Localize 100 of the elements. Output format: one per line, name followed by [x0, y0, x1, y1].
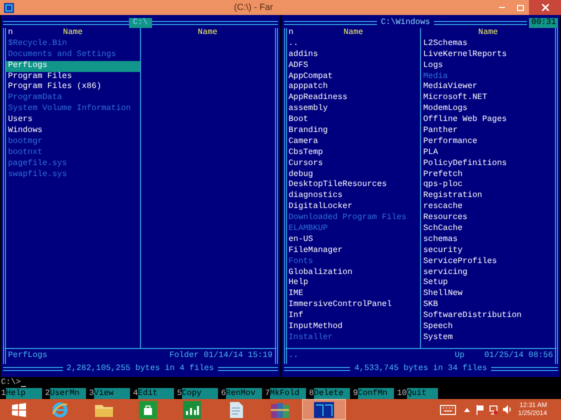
file-entry[interactable]: addins: [286, 50, 420, 61]
speaker-icon[interactable]: [503, 405, 512, 414]
flag-icon[interactable]: [476, 404, 484, 414]
close-icon: [542, 4, 548, 11]
file-entry[interactable]: CbsTemp: [286, 148, 420, 159]
function-key[interactable]: Quit: [406, 388, 438, 399]
file-entry[interactable]: Globalization: [286, 268, 420, 278]
keyboard-icon[interactable]: [440, 404, 456, 414]
file-entry[interactable]: Help: [286, 278, 420, 290]
file-entry[interactable]: Panther: [421, 126, 555, 137]
file-info: Up 01/25/14 08:56: [454, 350, 553, 362]
function-key[interactable]: Help: [6, 388, 42, 399]
column-header[interactable]: Name: [478, 28, 498, 37]
function-key[interactable]: Delete: [314, 388, 350, 399]
key-number: 1: [1, 388, 6, 399]
file-entry[interactable]: ADFS: [286, 60, 420, 72]
file-info: Folder 01/14/14 15:19: [169, 350, 272, 362]
browser-icon: [51, 400, 69, 418]
file-entry[interactable]: System: [421, 332, 555, 344]
file-entry[interactable]: IME: [286, 289, 420, 300]
file-entry[interactable]: Program Files (x86): [6, 82, 140, 94]
column-header[interactable]: Name: [344, 28, 364, 37]
key-number: 5: [177, 388, 182, 399]
file-entry[interactable]: SchCache: [421, 224, 555, 235]
chart-icon: [183, 400, 201, 418]
file-entry[interactable]: SKB: [421, 300, 555, 312]
function-key[interactable]: RenMov: [226, 388, 262, 399]
show-hidden-icon[interactable]: [464, 408, 470, 412]
file-entry[interactable]: Branding: [286, 126, 420, 137]
selected-file-name: PerfLogs: [8, 350, 48, 362]
file-entry[interactable]: Resources: [421, 213, 555, 224]
far-icon: [4, 2, 14, 12]
console-icon: [314, 402, 334, 418]
file-entry[interactable]: servicing: [421, 268, 555, 278]
file-entry[interactable]: assembly: [286, 104, 420, 116]
file-entry[interactable]: SoftwareDistribution: [421, 311, 555, 322]
file-entry[interactable]: InputMethod: [286, 322, 420, 333]
file-entry[interactable]: Registration: [421, 191, 555, 202]
taskbar-app[interactable]: [302, 399, 346, 420]
file-entry[interactable]: L2Schemas: [421, 38, 555, 50]
file-entry[interactable]: Users: [6, 115, 140, 126]
file-entry[interactable]: AppCompat: [286, 72, 420, 82]
file-entry[interactable]: schemas: [421, 234, 555, 246]
function-key[interactable]: View: [94, 388, 130, 399]
panel-summary: 4,533,745 bytes in 34 files: [353, 364, 488, 374]
function-key[interactable]: MkFold: [270, 388, 306, 399]
file-entry[interactable]: FileManager: [286, 246, 420, 257]
file-entry[interactable]: PerfLogs: [6, 60, 140, 72]
file-entry[interactable]: rescache: [421, 202, 555, 214]
function-key[interactable]: UserMn: [50, 388, 86, 399]
document-icon: [228, 400, 244, 418]
key-number: 10: [397, 388, 407, 399]
file-entry[interactable]: apppatch: [286, 82, 420, 94]
file-entry[interactable]: PLA: [421, 148, 555, 159]
function-key[interactable]: ConfMn: [358, 388, 394, 399]
sort-indicator: n: [288, 28, 294, 37]
column-header[interactable]: Name: [63, 28, 83, 37]
file-entry[interactable]: qps-ploc: [421, 180, 555, 192]
file-entry[interactable]: Camera: [286, 136, 420, 148]
file-entry[interactable]: Program Files: [6, 72, 140, 82]
file-entry[interactable]: Setup: [421, 278, 555, 290]
books-icon: [270, 400, 290, 418]
file-entry[interactable]: DesktopTileResources: [286, 180, 420, 192]
file-entry[interactable]: ..: [286, 38, 420, 50]
file-entry[interactable]: ShellNew: [421, 289, 555, 300]
function-key[interactable]: Edit: [138, 388, 174, 399]
file-entry[interactable]: diagnostics: [286, 191, 420, 202]
file-entry[interactable]: LiveKernelReports: [421, 50, 555, 61]
file-entry[interactable]: PolicyDefinitions: [421, 158, 555, 170]
file-entry[interactable]: Performance: [421, 136, 555, 148]
function-key[interactable]: Copy: [182, 388, 218, 399]
file-entry[interactable]: debug: [286, 170, 420, 180]
file-entry[interactable]: AppReadiness: [286, 93, 420, 104]
file-entry[interactable]: ServiceProfiles: [421, 256, 555, 268]
window-title: (C:\) - Far: [233, 0, 274, 14]
file-entry[interactable]: Microsoft.NET: [421, 93, 555, 104]
key-number: 3: [89, 388, 94, 399]
file-entry[interactable]: en-US: [286, 234, 420, 246]
close-button[interactable]: [529, 0, 561, 15]
file-entry[interactable]: Cursors: [286, 158, 420, 170]
file-entry[interactable]: Logs: [421, 60, 555, 72]
file-entry[interactable]: MediaViewer: [421, 82, 555, 94]
file-entry[interactable]: Prefetch: [421, 170, 555, 180]
windows-logo-icon: [12, 402, 26, 416]
command-prompt[interactable]: C:\>: [1, 377, 21, 388]
file-entry[interactable]: Inf: [286, 311, 420, 322]
network-icon[interactable]: [489, 404, 498, 414]
column-header[interactable]: Name: [198, 28, 218, 37]
shopping-bag-icon: [139, 400, 157, 418]
key-number: 9: [353, 388, 358, 399]
file-entry[interactable]: DigitalLocker: [286, 202, 420, 214]
file-entry[interactable]: Offline Web Pages: [421, 115, 555, 126]
file-entry[interactable]: ModemLogs: [421, 104, 555, 116]
file-entry[interactable]: ImmersiveControlPanel: [286, 300, 420, 312]
key-number: 8: [309, 388, 314, 399]
file-entry[interactable]: security: [421, 246, 555, 257]
panel-path: C:\: [128, 18, 152, 28]
file-entry[interactable]: Boot: [286, 115, 420, 126]
file-entry[interactable]: Windows: [6, 126, 140, 137]
file-entry[interactable]: Speech: [421, 322, 555, 333]
